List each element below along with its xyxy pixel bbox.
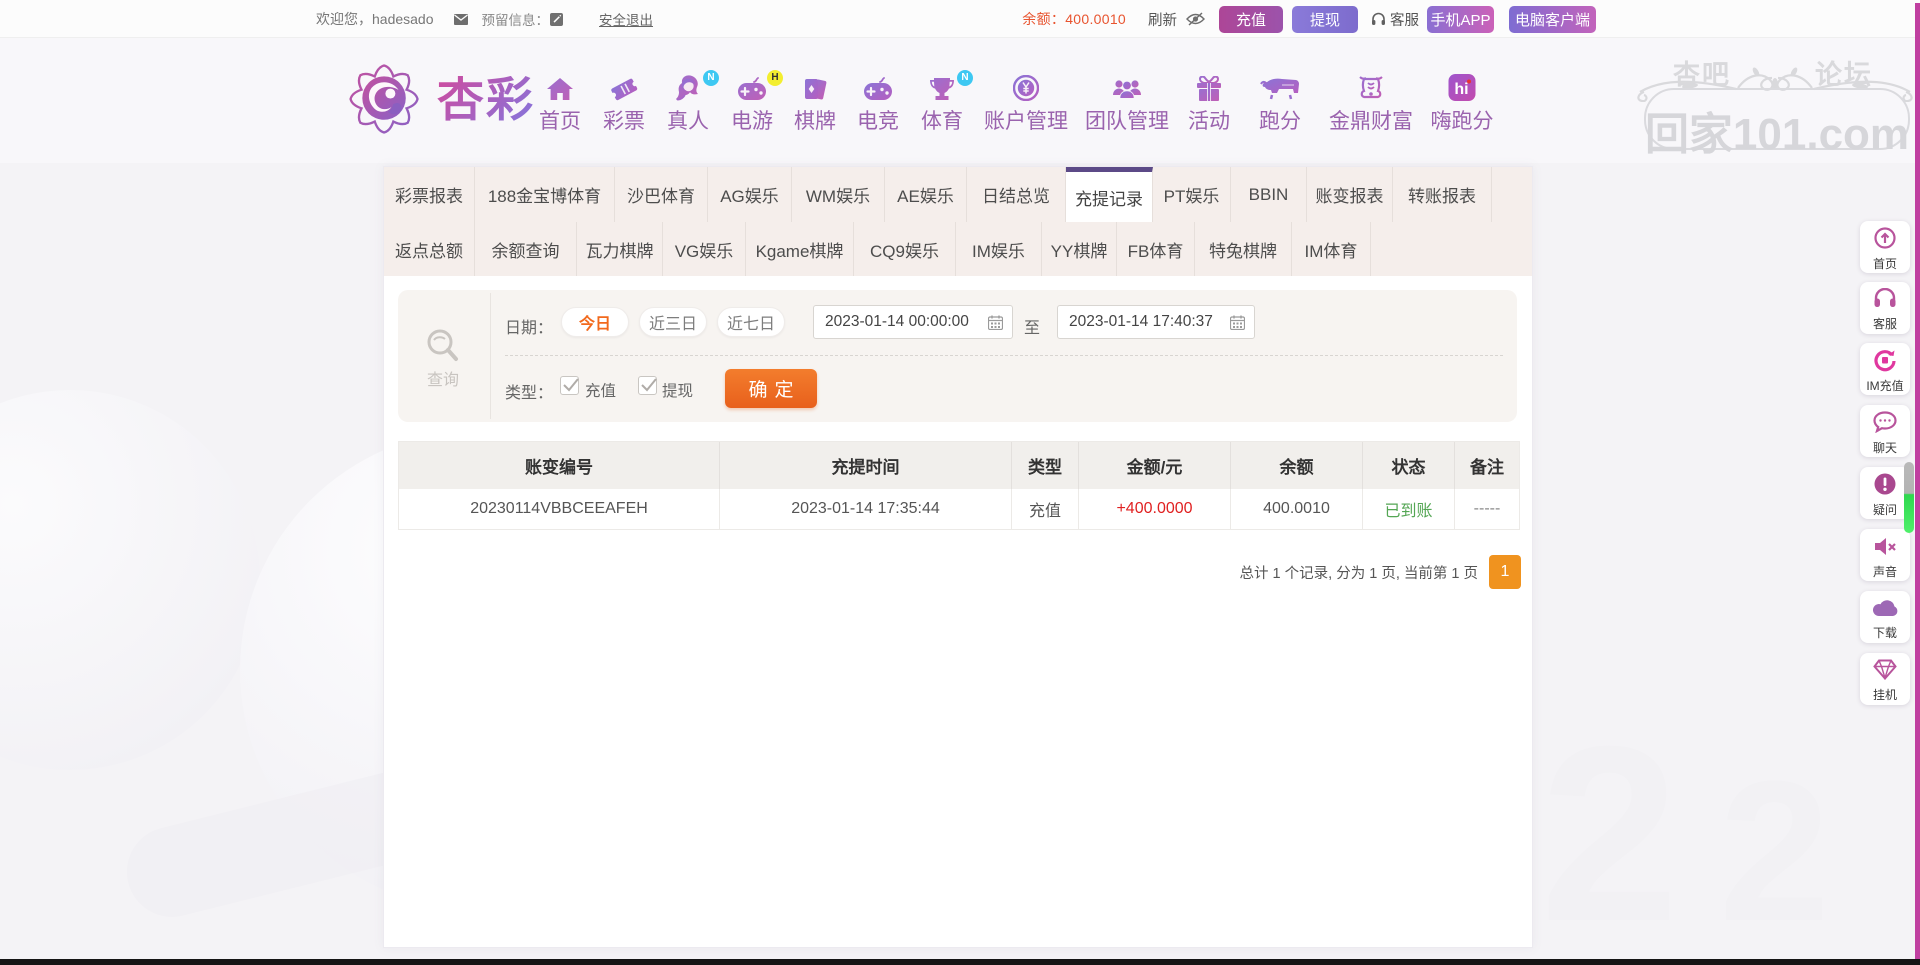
svg-text:hi: hi <box>1454 81 1468 98</box>
